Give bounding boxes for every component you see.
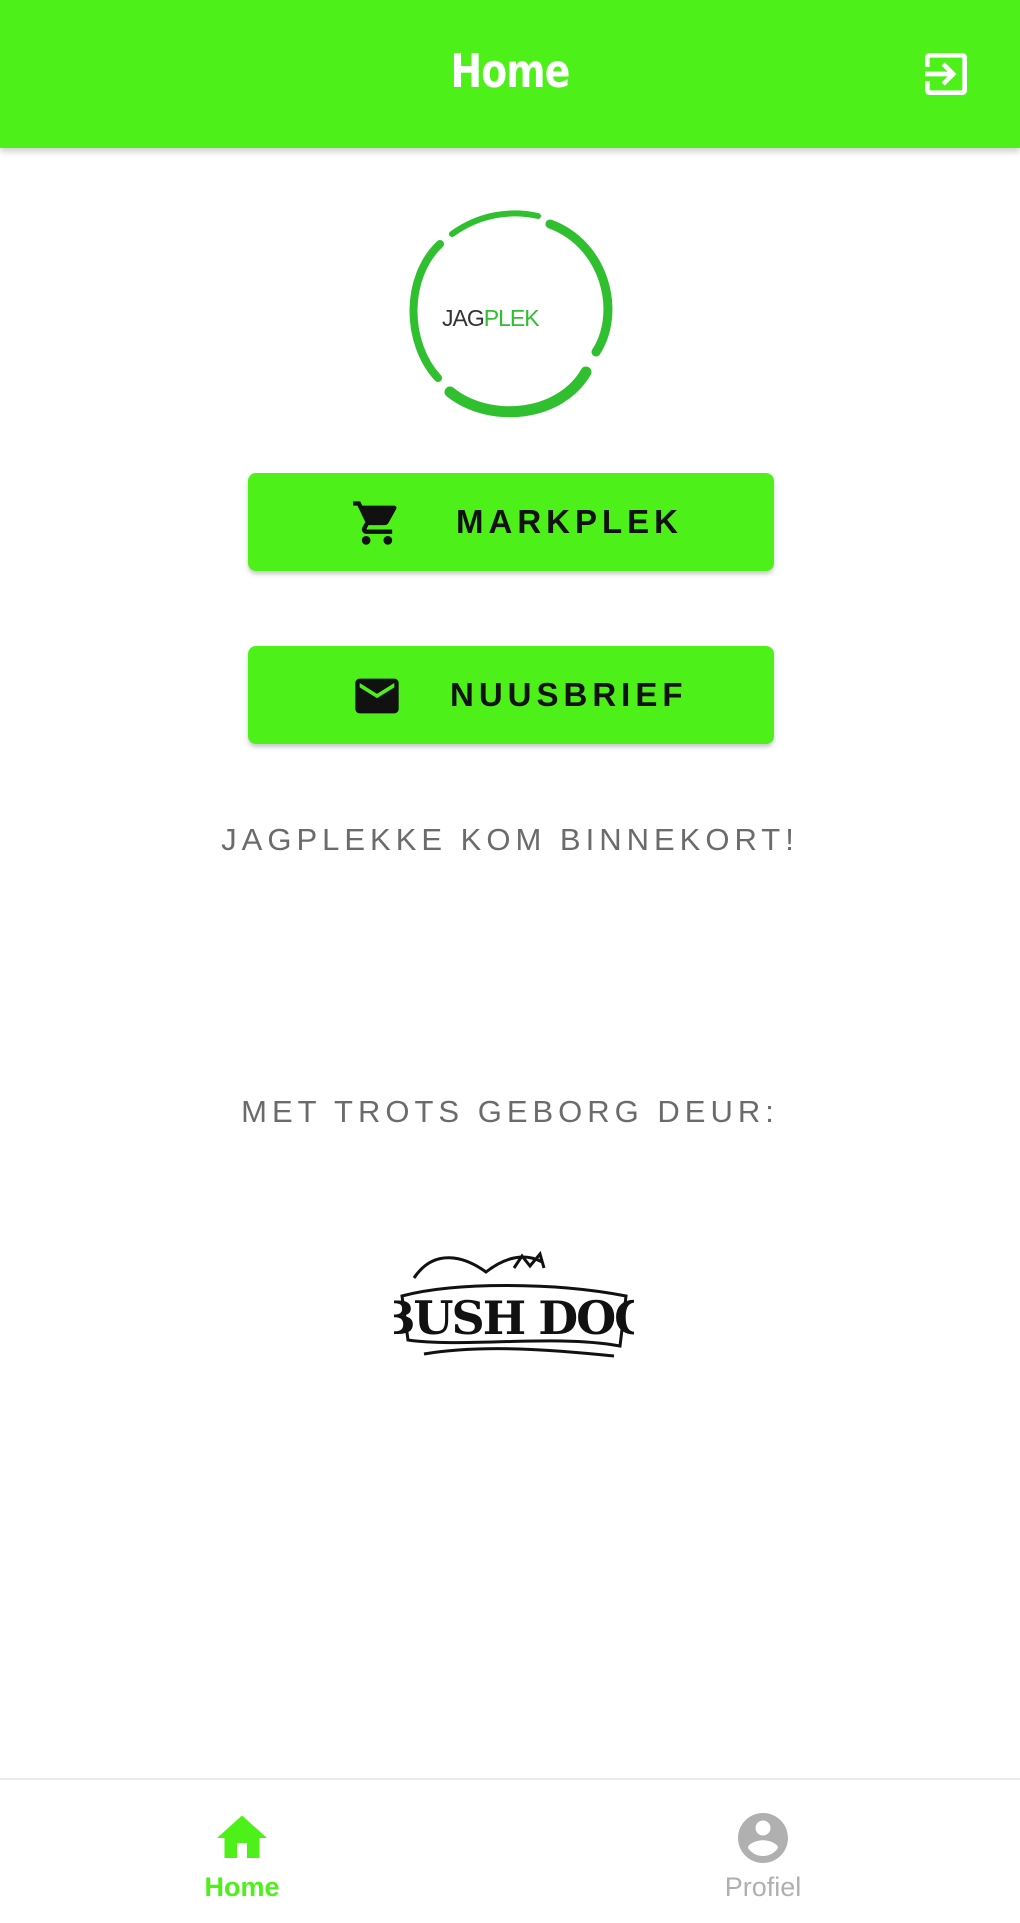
bush-dog-logo-text: BUSH DOG <box>394 1291 634 1345</box>
nav-item-home[interactable]: Home <box>0 1780 510 1923</box>
coming-soon-text: JAGPLEKKE KOM BINNEKORT! <box>221 822 799 857</box>
app-bar: Home <box>0 0 1020 148</box>
account-circle-icon <box>738 1813 788 1863</box>
shopping-cart-icon <box>353 501 397 545</box>
home-icon <box>217 1815 267 1858</box>
home-screen: Home JAGPLEK MARKPLEK NUUSBRIEF JAGPLEKK… <box>0 0 1020 1923</box>
page-title: Home <box>450 44 570 98</box>
nav-item-profile[interactable]: Profiel <box>510 1780 1020 1923</box>
mail-icon <box>355 678 399 714</box>
bush-dog-logo: BUSH DOG <box>377 1238 653 1368</box>
markplek-label: MARKPLEK <box>456 503 683 540</box>
logout-button[interactable] <box>918 46 974 102</box>
bottom-navigation: Home Profiel <box>0 1778 1020 1923</box>
sponsor-label: MET TROTS GEBORG DEUR: <box>241 1094 779 1129</box>
markplek-button[interactable]: MARKPLEK <box>248 473 774 571</box>
login-icon <box>925 53 967 95</box>
jagplek-logo: JAGPLEK <box>400 202 622 430</box>
nav-label-profile: Profiel <box>724 1872 802 1902</box>
logo-text-plek: PLEK <box>484 305 540 331</box>
logo-text-jag: JAG <box>442 305 484 331</box>
svg-text:JAGPLEK: JAGPLEK <box>442 305 540 331</box>
nav-label-home: Home <box>204 1872 280 1902</box>
nuusbrief-label: NUUSBRIEF <box>450 676 688 713</box>
nuusbrief-button[interactable]: NUUSBRIEF <box>248 646 774 744</box>
